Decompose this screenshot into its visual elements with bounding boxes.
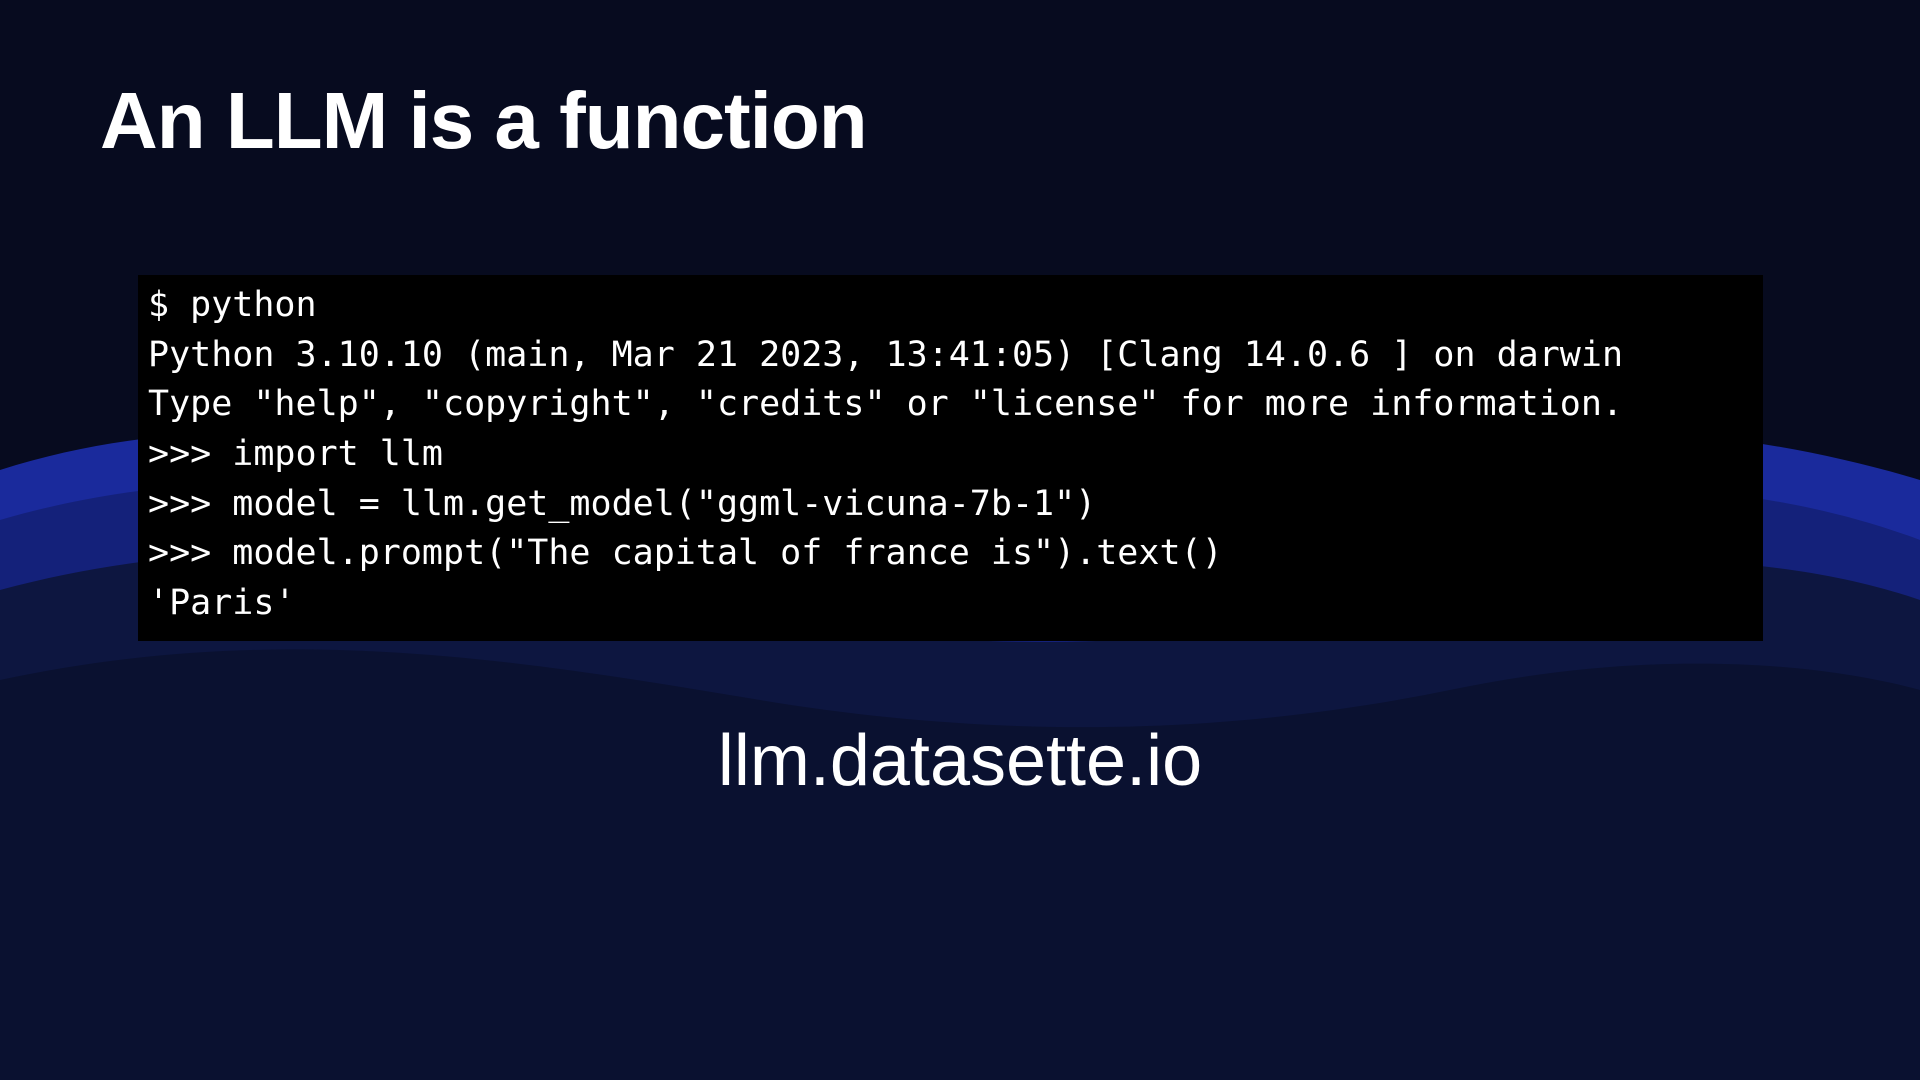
terminal-line: Type "help", "copyright", "credits" or "… [148,384,1623,424]
terminal-line: 'Paris' [148,583,296,623]
terminal-panel: $ python Python 3.10.10 (main, Mar 21 20… [138,275,1763,641]
terminal-line: >>> model = llm.get_model("ggml-vicuna-7… [148,484,1096,524]
slide-title: An LLM is a function [100,75,867,167]
terminal-line: $ python [148,285,317,325]
slide: An LLM is a function $ python Python 3.1… [0,0,1920,1080]
footer-link: llm.datasette.io [0,720,1920,802]
terminal-line: >>> import llm [148,434,443,474]
terminal-line: Python 3.10.10 (main, Mar 21 2023, 13:41… [148,335,1623,375]
terminal-line: >>> model.prompt("The capital of france … [148,533,1223,573]
